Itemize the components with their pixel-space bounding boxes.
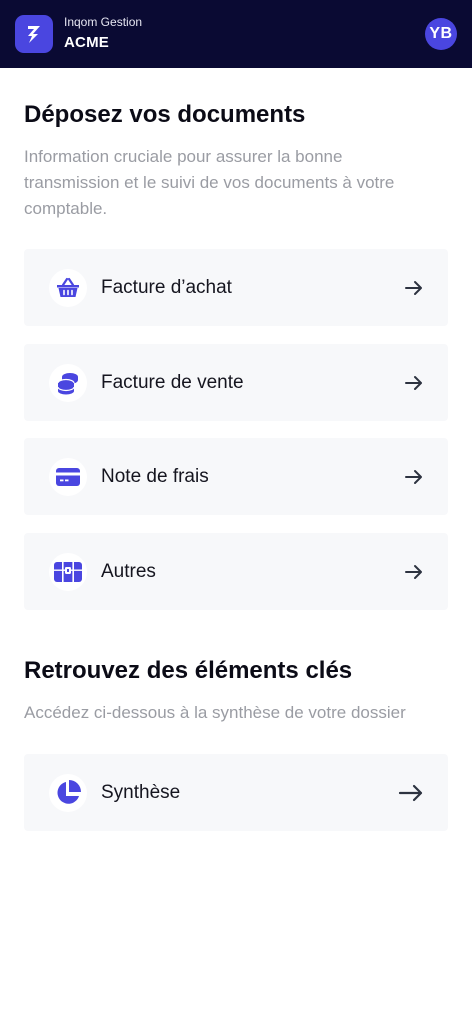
app-header: Inqom Gestion ACME YB	[0, 0, 472, 68]
expense-report-button[interactable]: Note de frais	[24, 438, 448, 515]
key-elements-section-title: Retrouvez des éléments clés	[24, 657, 353, 684]
summary-button[interactable]: Synthèse	[24, 754, 448, 831]
other-documents-button[interactable]: Autres	[24, 533, 448, 610]
coins-stack-icon	[49, 363, 87, 402]
arrow-right-icon	[404, 280, 424, 296]
arrow-right-icon	[398, 784, 424, 802]
shopping-basket-icon	[49, 268, 87, 307]
other-documents-label: Autres	[101, 560, 156, 582]
credit-card-icon	[49, 457, 87, 496]
purchase-invoice-button[interactable]: Facture d’achat	[24, 249, 448, 326]
sales-invoice-button[interactable]: Facture de vente	[24, 344, 448, 421]
arrow-right-icon	[404, 469, 424, 485]
arrow-right-icon	[404, 564, 424, 580]
sales-invoice-label: Facture de vente	[101, 371, 244, 393]
documents-section-title: Déposez vos documents	[24, 101, 306, 128]
header-subtitle: Inqom Gestion	[64, 15, 143, 29]
header-text: Inqom Gestion ACME	[64, 15, 142, 53]
key-elements-section-description: Accédez ci-dessous à la synthèse de votr…	[24, 703, 406, 722]
company-name[interactable]: ACME	[64, 33, 142, 53]
expense-report-label: Note de frais	[101, 465, 209, 487]
treasure-chest-icon	[49, 552, 87, 591]
summary-label: Synthèse	[101, 781, 181, 803]
user-avatar[interactable]: YB	[425, 18, 457, 50]
bolt-logo-icon[interactable]	[15, 15, 53, 53]
arrow-right-icon	[404, 375, 424, 391]
pie-chart-icon	[49, 773, 87, 812]
purchase-invoice-label: Facture d’achat	[101, 276, 232, 298]
documents-section-description: Information cruciale pour assurer la bon…	[24, 147, 395, 218]
